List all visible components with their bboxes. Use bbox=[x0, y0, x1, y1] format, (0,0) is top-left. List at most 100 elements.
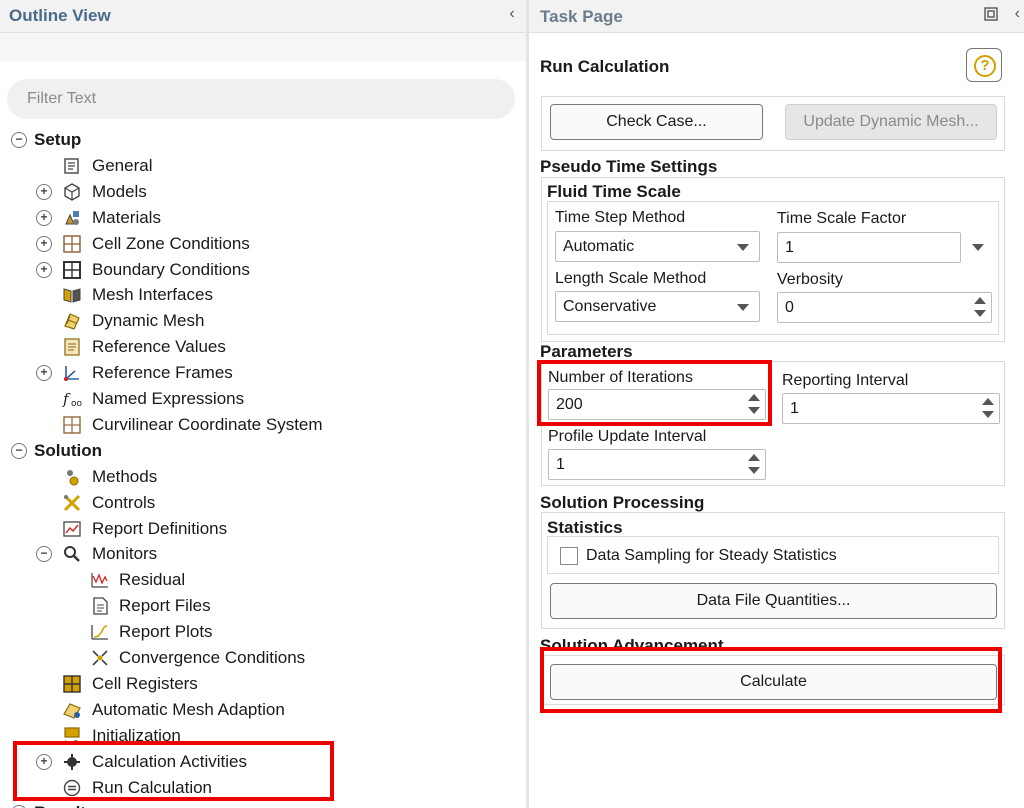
tree-item-label: Residual bbox=[119, 570, 186, 590]
time-step-method-select[interactable]: Automatic bbox=[555, 231, 760, 262]
popout-icon[interactable] bbox=[984, 7, 998, 24]
statistics-title: Statistics bbox=[547, 518, 623, 537]
tree-item-report-definitions[interactable]: Report Definitions bbox=[0, 516, 526, 542]
tree-item-controls[interactable]: Controls bbox=[0, 490, 526, 516]
parameters-group: Number of Iterations 200 Reporting Inter… bbox=[541, 361, 1005, 486]
tree-item-report-plots[interactable]: Report Plots bbox=[0, 619, 526, 645]
report-plots-icon bbox=[90, 622, 110, 642]
number-of-iterations-label: Number of Iterations bbox=[548, 369, 693, 386]
tree-item-calculation-activities[interactable]: + Calculation Activities bbox=[0, 749, 526, 775]
number-of-iterations-value: 200 bbox=[556, 396, 583, 413]
outline-view-header: Outline View ‹ bbox=[0, 0, 526, 33]
fluid-time-scale-group: Time Step Method Automatic Time Scale Fa… bbox=[547, 201, 999, 335]
number-of-iterations-spinner[interactable]: 200 bbox=[548, 389, 766, 420]
check-case-button[interactable]: Check Case... bbox=[550, 104, 763, 140]
tree-item-cell-zone-conditions[interactable]: + Cell Zone Conditions bbox=[0, 231, 526, 257]
tree-item-label: Results bbox=[34, 803, 95, 808]
reporting-interval-value: 1 bbox=[790, 400, 799, 417]
data-file-quantities-button[interactable]: Data File Quantities... bbox=[550, 583, 997, 619]
reference-frames-icon bbox=[62, 363, 82, 383]
solution-processing-group: Statistics Data Sampling for Steady Stat… bbox=[541, 512, 1005, 629]
tree-item-label: Calculation Activities bbox=[92, 751, 247, 771]
expand-icon[interactable]: + bbox=[36, 235, 52, 252]
tree-item-cell-registers[interactable]: Cell Registers bbox=[0, 671, 526, 697]
tree-item-convergence-conditions[interactable]: Convergence Conditions bbox=[0, 645, 526, 671]
fluid-time-scale-title: Fluid Time Scale bbox=[547, 182, 681, 201]
tree-item-residual[interactable]: Residual bbox=[0, 567, 526, 593]
time-scale-factor-value: 1 bbox=[785, 239, 794, 256]
tree-item-models[interactable]: + Models bbox=[0, 179, 526, 205]
tree-item-label: Controls bbox=[92, 492, 156, 512]
controls-icon bbox=[62, 493, 82, 513]
verbosity-value: 0 bbox=[785, 299, 794, 316]
tree-item-label: Models bbox=[92, 181, 147, 201]
reporting-interval-label: Reporting Interval bbox=[782, 372, 909, 389]
chevron-down-icon[interactable] bbox=[972, 244, 984, 251]
tree-item-dynamic-mesh[interactable]: Dynamic Mesh bbox=[0, 308, 526, 334]
expand-icon[interactable]: + bbox=[36, 183, 52, 200]
spinner-arrows-icon[interactable] bbox=[982, 397, 994, 421]
collapse-icon[interactable]: − bbox=[11, 132, 27, 148]
verbosity-spinner[interactable]: 0 bbox=[777, 292, 992, 323]
expand-icon[interactable]: + bbox=[36, 209, 52, 226]
named-expressions-icon: f oo bbox=[62, 389, 83, 409]
tree-item-run-calculation[interactable]: Run Calculation bbox=[0, 775, 526, 801]
run-calculation-icon bbox=[62, 778, 82, 798]
tree-item-label: Setup bbox=[34, 130, 82, 149]
expand-icon[interactable]: + bbox=[36, 261, 52, 278]
tree-item-label: Curvilinear Coordinate System bbox=[92, 414, 323, 434]
profile-update-interval-spinner[interactable]: 1 bbox=[548, 449, 766, 480]
tree-item-label: Named Expressions bbox=[92, 389, 245, 408]
spinner-arrows-icon[interactable] bbox=[748, 393, 760, 417]
spinner-arrows-icon[interactable] bbox=[748, 453, 760, 477]
expand-icon[interactable]: + bbox=[36, 365, 52, 382]
tree-item-label: General bbox=[92, 155, 153, 175]
update-dynamic-mesh-button: Update Dynamic Mesh... bbox=[785, 104, 997, 140]
tree-item-curvilinear-coordinate-system[interactable]: Curvilinear Coordinate System bbox=[0, 412, 526, 438]
tree-item-boundary-conditions[interactable]: + Boundary Conditions bbox=[0, 257, 526, 283]
filter-box[interactable] bbox=[7, 79, 515, 119]
reference-values-icon bbox=[62, 337, 82, 357]
tree-item-results[interactable]: +Results bbox=[0, 800, 526, 808]
tree-item-solution[interactable]: − Solution bbox=[0, 438, 526, 464]
chevron-left-icon[interactable]: ‹ bbox=[1015, 5, 1020, 23]
tree-item-label: Report Definitions bbox=[92, 518, 228, 538]
task-page-header: Task Page ‹ bbox=[529, 0, 1024, 33]
tree-item-named-expressions[interactable]: f oo Named Expressions bbox=[0, 386, 526, 412]
filter-input[interactable] bbox=[7, 79, 515, 119]
tree-item-materials[interactable]: + Materials bbox=[0, 205, 526, 231]
tree-item-initialization[interactable]: t=0 Initialization bbox=[0, 723, 526, 749]
length-scale-method-select[interactable]: Conservative bbox=[555, 291, 760, 322]
cell-zone-icon bbox=[62, 234, 82, 254]
tree-item-automatic-mesh-adaption[interactable]: Automatic Mesh Adaption bbox=[0, 697, 526, 723]
help-button[interactable]: ? bbox=[966, 48, 1002, 82]
data-sampling-checkbox[interactable] bbox=[560, 547, 578, 565]
calculate-button[interactable]: Calculate bbox=[550, 664, 997, 700]
tree-item-reference-frames[interactable]: + Reference Frames bbox=[0, 360, 526, 386]
collapse-icon[interactable]: − bbox=[11, 442, 27, 459]
reporting-interval-spinner[interactable]: 1 bbox=[782, 393, 1000, 424]
tree-item-label: Solution bbox=[34, 440, 102, 460]
tree-item-general[interactable]: General bbox=[0, 153, 526, 179]
tree-item-monitors[interactable]: − Monitors bbox=[0, 541, 526, 567]
verbosity-label: Verbosity bbox=[777, 271, 843, 288]
task-page-panel: Task Page ‹ Run Calculation ? Check Case… bbox=[529, 0, 1024, 808]
tree-item-mesh-interfaces[interactable]: Mesh Interfaces bbox=[0, 282, 526, 308]
chevron-down-icon bbox=[737, 244, 749, 251]
spinner-arrows-icon[interactable] bbox=[974, 296, 986, 320]
cell-registers-icon bbox=[62, 674, 82, 694]
tree-item-reference-values[interactable]: Reference Values bbox=[0, 334, 526, 360]
collapse-icon[interactable]: − bbox=[36, 546, 52, 563]
time-scale-factor-input[interactable]: 1 bbox=[777, 232, 961, 263]
outline-toolbar-strip bbox=[0, 33, 526, 61]
chevron-left-icon[interactable]: ‹ bbox=[504, 5, 520, 23]
calculation-activities-icon bbox=[62, 752, 82, 772]
length-scale-method-value: Conservative bbox=[563, 298, 657, 315]
tree-item-setup[interactable]: − Setup bbox=[0, 127, 526, 153]
tree-item-report-files[interactable]: Report Files bbox=[0, 593, 526, 619]
tree-item-methods[interactable]: Methods bbox=[0, 464, 526, 490]
outline-view-panel: Outline View ‹ −SetupGeneral+Models+Mate… bbox=[0, 0, 526, 808]
time-step-method-value: Automatic bbox=[563, 238, 635, 255]
expand-icon[interactable]: + bbox=[36, 753, 52, 770]
time-scale-factor-label: Time Scale Factor bbox=[777, 210, 907, 227]
